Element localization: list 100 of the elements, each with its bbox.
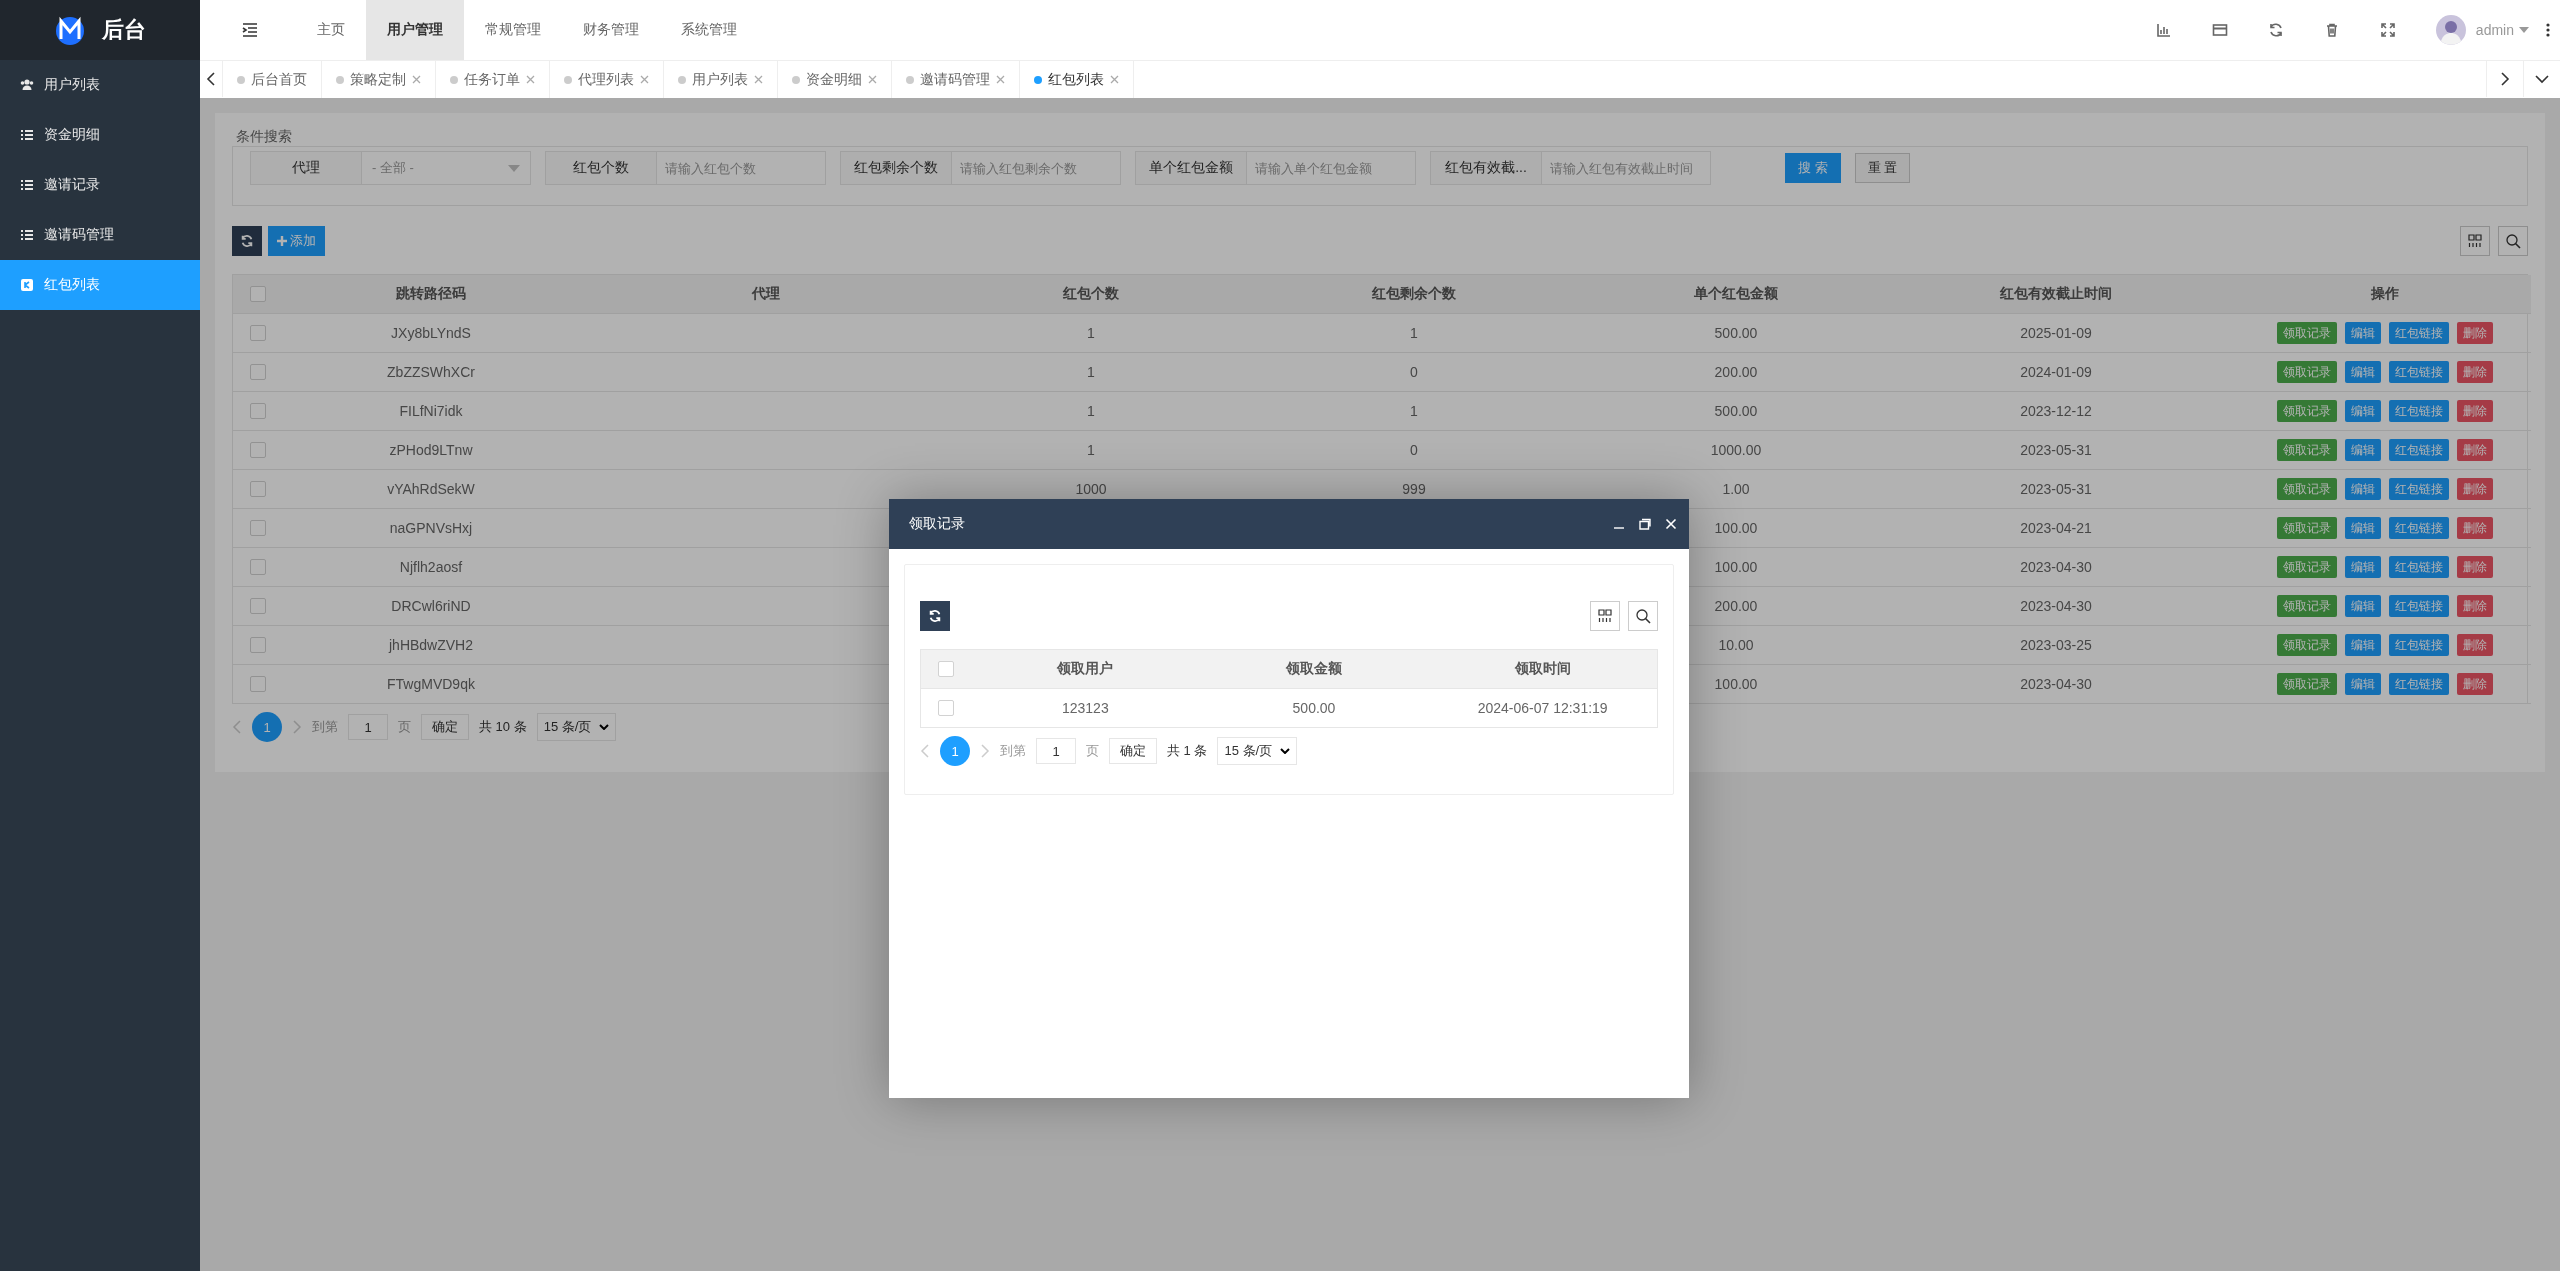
reset-button[interactable]: 重 置 <box>1854 153 1911 183</box>
page-number[interactable]: 1 <box>940 736 970 766</box>
action-button[interactable]: 领取记录 <box>2277 361 2337 383</box>
action-button[interactable]: 红包链接 <box>2389 478 2449 500</box>
page-input[interactable]: 1 <box>348 714 388 740</box>
more-icon[interactable] <box>2546 23 2550 37</box>
action-button[interactable]: 删除 <box>2457 556 2493 578</box>
refresh-icon[interactable] <box>928 609 942 623</box>
grid-icon[interactable] <box>1598 609 1612 623</box>
checkbox[interactable] <box>250 598 266 614</box>
action-button[interactable]: 编辑 <box>2345 634 2381 656</box>
search-button[interactable]: 搜 索 <box>1785 153 1841 183</box>
search-button[interactable] <box>2498 226 2528 256</box>
action-button[interactable]: 编辑 <box>2345 322 2381 344</box>
action-button[interactable]: 删除 <box>2457 361 2493 383</box>
checkbox[interactable] <box>250 442 266 458</box>
action-button[interactable]: 删除 <box>2457 634 2493 656</box>
action-button[interactable]: 领取记录 <box>2277 634 2337 656</box>
action-button[interactable]: 红包链接 <box>2389 634 2449 656</box>
action-button[interactable]: 编辑 <box>2345 595 2381 617</box>
action-button[interactable]: 领取记录 <box>2277 439 2337 461</box>
action-button[interactable]: 领取记录 <box>2277 478 2337 500</box>
scroll-left-icon[interactable] <box>206 72 216 86</box>
confirm-button[interactable]: 确定 <box>421 714 469 740</box>
checkbox[interactable] <box>250 325 266 341</box>
page-input[interactable]: 1 <box>1036 738 1076 764</box>
plus-icon[interactable] <box>277 236 287 246</box>
columns-button[interactable] <box>2460 226 2490 256</box>
action-button[interactable]: 编辑 <box>2345 361 2381 383</box>
checkbox[interactable] <box>250 637 266 653</box>
action-button[interactable]: 编辑 <box>2345 478 2381 500</box>
action-button[interactable]: 红包链接 <box>2389 322 2449 344</box>
action-button[interactable]: 领取记录 <box>2277 322 2337 344</box>
action-button[interactable]: 编辑 <box>2345 517 2381 539</box>
action-button[interactable]: 红包链接 <box>2389 556 2449 578</box>
search-icon[interactable] <box>2505 233 2521 249</box>
columns-button[interactable] <box>1590 601 1620 631</box>
action-button[interactable]: 删除 <box>2457 400 2493 422</box>
action-button[interactable]: 编辑 <box>2345 556 2381 578</box>
checkbox[interactable] <box>250 481 266 497</box>
grid-icon[interactable] <box>2468 234 2482 248</box>
action-button[interactable]: 红包链接 <box>2389 439 2449 461</box>
sidebar-item[interactable]: 用户列表 <box>0 60 200 110</box>
checkbox[interactable] <box>250 520 266 536</box>
action-button[interactable]: 红包链接 <box>2389 673 2449 695</box>
action-button[interactable]: 领取记录 <box>2277 517 2337 539</box>
page-number[interactable]: 1 <box>252 712 282 742</box>
input-field[interactable]: 请输入红包有效截止时间 <box>1541 151 1711 185</box>
scroll-right-icon[interactable] <box>2500 72 2510 86</box>
page-size-select[interactable]: 15 条/页 <box>1217 737 1298 765</box>
action-button[interactable]: 领取记录 <box>2277 595 2337 617</box>
action-button[interactable]: 删除 <box>2457 673 2493 695</box>
nav-tab[interactable]: 财务管理 <box>562 0 660 60</box>
action-button[interactable]: 编辑 <box>2345 400 2381 422</box>
refresh-button[interactable] <box>920 601 950 631</box>
caret-icon[interactable] <box>599 724 610 730</box>
action-button[interactable]: 编辑 <box>2345 673 2381 695</box>
search-icon[interactable] <box>1635 608 1651 624</box>
sidebar-item[interactable]: 邀请码管理 <box>0 210 200 260</box>
add-button[interactable]: 添加 <box>268 226 325 256</box>
action-button[interactable]: 删除 <box>2457 478 2493 500</box>
action-button[interactable]: 删除 <box>2457 439 2493 461</box>
action-button[interactable]: 删除 <box>2457 322 2493 344</box>
confirm-button[interactable]: 确定 <box>1109 738 1157 764</box>
sidebar-item[interactable]: 红包列表 <box>0 260 200 310</box>
action-button[interactable]: 领取记录 <box>2277 673 2337 695</box>
avatar-icon[interactable] <box>2435 15 2466 45</box>
sidebar-item[interactable]: 邀请记录 <box>0 160 200 210</box>
input-field[interactable]: 请输入红包剩余个数 <box>951 151 1121 185</box>
checkbox[interactable] <box>938 700 954 716</box>
action-button[interactable]: 红包链接 <box>2389 361 2449 383</box>
checkbox[interactable] <box>250 559 266 575</box>
maximize-icon[interactable] <box>1639 518 1651 530</box>
action-button[interactable]: 删除 <box>2457 517 2493 539</box>
search-button[interactable] <box>1628 601 1658 631</box>
action-button[interactable]: 领取记录 <box>2277 400 2337 422</box>
nav-tab[interactable]: 主页 <box>296 0 366 60</box>
sidebar-item[interactable]: 资金明细 <box>0 110 200 160</box>
action-button[interactable]: 红包链接 <box>2389 400 2449 422</box>
checkbox[interactable] <box>250 364 266 380</box>
action-button[interactable]: 删除 <box>2457 595 2493 617</box>
nav-tab[interactable]: 系统管理 <box>660 0 758 60</box>
chevron-down-icon[interactable] <box>2535 74 2549 84</box>
refresh-icon[interactable] <box>240 234 254 248</box>
input-field[interactable]: 请输入红包个数 <box>656 151 826 185</box>
user-name[interactable]: admin <box>2475 22 2514 38</box>
checkbox[interactable] <box>250 403 266 419</box>
checkbox[interactable] <box>250 676 266 692</box>
checkbox[interactable] <box>938 661 954 677</box>
action-button[interactable]: 红包链接 <box>2389 517 2449 539</box>
caret-icon[interactable] <box>1280 748 1291 754</box>
action-button[interactable]: 编辑 <box>2345 439 2381 461</box>
checkbox[interactable] <box>250 286 266 302</box>
action-button[interactable]: 红包链接 <box>2389 595 2449 617</box>
input-field[interactable]: 请输入单个红包金额 <box>1246 151 1416 185</box>
nav-tab[interactable]: 用户管理 <box>366 0 464 60</box>
nav-tab[interactable]: 常规管理 <box>464 0 562 60</box>
page-size-select[interactable]: 15 条/页 <box>536 713 617 741</box>
select-field[interactable]: - 全部 - <box>361 151 531 185</box>
action-button[interactable]: 领取记录 <box>2277 556 2337 578</box>
